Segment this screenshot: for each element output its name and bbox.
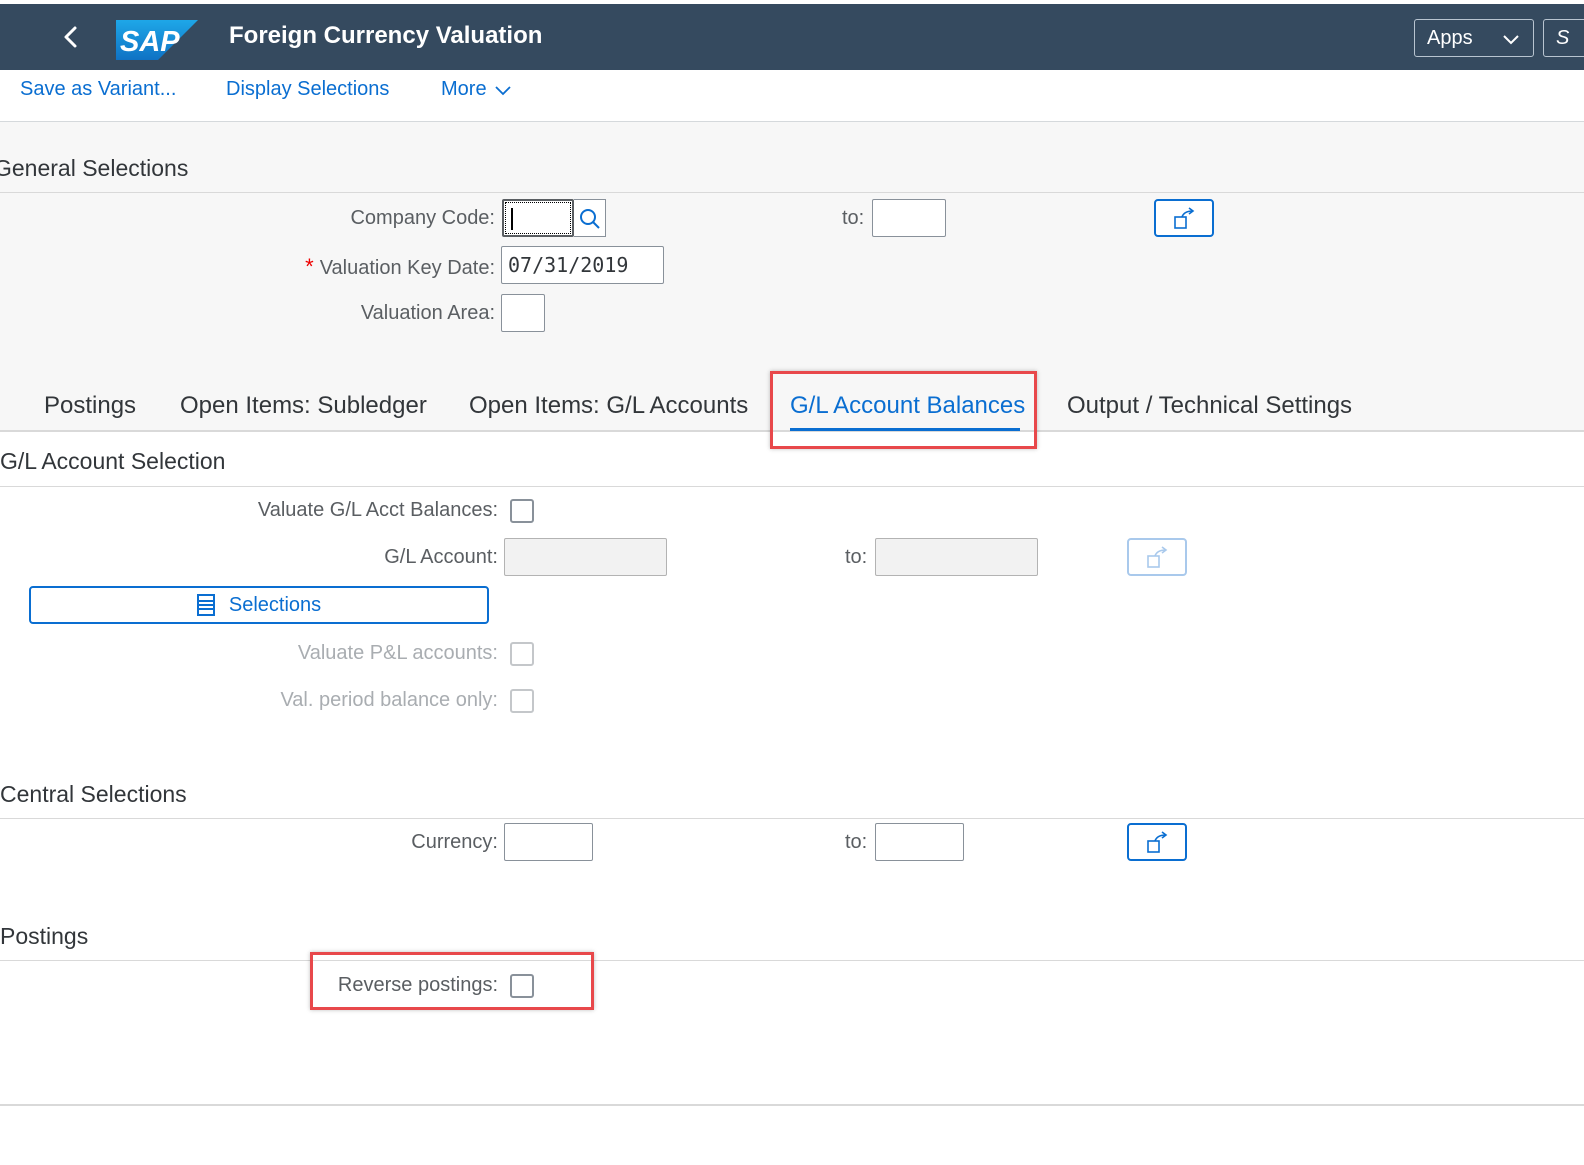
save-as-variant-link[interactable]: Save as Variant... <box>20 78 176 101</box>
chevron-down-icon <box>495 86 511 95</box>
central-selections-title: Central Selections <box>0 781 187 807</box>
valuation-area-input[interactable] <box>501 294 545 332</box>
required-indicator: * <box>305 254 314 279</box>
val-period-balance-label: Val. period balance only: <box>280 689 498 711</box>
valuation-area-label: Valuation Area: <box>360 302 495 324</box>
gl-account-to-input[interactable] <box>875 538 1038 576</box>
company-code-to-label: to: <box>842 207 865 229</box>
val-period-balance-checkbox[interactable] <box>510 689 534 713</box>
valuate-pl-accounts-label: Valuate P&L accounts: <box>297 642 498 664</box>
text-caret <box>511 208 513 230</box>
divider <box>0 818 1584 819</box>
multiple-selection-icon <box>1174 207 1195 229</box>
valuate-pl-accounts-checkbox[interactable] <box>510 642 534 666</box>
svg-text:SAP: SAP <box>120 26 180 58</box>
chevron-down-icon <box>1503 35 1519 45</box>
currency-multiple-selection-button[interactable] <box>1127 823 1187 861</box>
company-code-label: Company Code: <box>350 207 495 229</box>
gl-account-input[interactable] <box>504 538 667 576</box>
reverse-postings-label: Reverse postings: <box>337 974 498 996</box>
divider <box>0 486 1584 487</box>
apps-label: Apps <box>1427 26 1473 49</box>
valuate-gl-balances-checkbox[interactable] <box>510 499 534 523</box>
gl-account-multiple-selection-button[interactable] <box>1127 538 1187 576</box>
selections-button[interactable]: Selections <box>29 586 489 624</box>
currency-label: Currency: <box>411 831 498 853</box>
company-code-multiple-selection-button[interactable] <box>1154 199 1214 237</box>
multiple-selection-icon <box>1147 546 1168 568</box>
more-menu-button[interactable]: More <box>441 78 512 101</box>
more-label: More <box>441 78 487 100</box>
valuate-gl-balances-label: Valuate G/L Acct Balances: <box>257 499 498 521</box>
tab-open-items-subledger[interactable]: Open Items: Subledger <box>180 392 427 420</box>
display-selections-link[interactable]: Display Selections <box>226 78 389 101</box>
list-icon <box>196 594 215 616</box>
tab-gl-account-balances[interactable]: G/L Account Balances <box>790 392 1025 420</box>
shell-bar: SAP Foreign Currency Valuation Apps S <box>0 4 1584 70</box>
sap-logo[interactable]: SAP <box>116 20 198 60</box>
gl-account-label: G/L Account: <box>384 546 498 568</box>
multiple-selection-icon <box>1147 831 1168 853</box>
postings-section-title: Postings <box>0 923 89 949</box>
gl-account-to-label: to: <box>845 546 868 568</box>
divider <box>0 960 1584 961</box>
selections-label: Selections <box>228 593 322 616</box>
general-selections-area <box>0 122 1584 430</box>
overflow-shell-button[interactable]: S <box>1543 19 1584 57</box>
company-code-to-input[interactable] <box>872 199 946 237</box>
back-icon[interactable] <box>56 22 86 52</box>
tab-output-technical-settings[interactable]: Output / Technical Settings <box>1067 392 1352 420</box>
general-selections-title: General Selections <box>0 155 189 181</box>
toolbar: Save as Variant... Display Selections Mo… <box>0 70 1584 122</box>
currency-to-input[interactable] <box>875 823 964 861</box>
currency-to-label: to: <box>845 831 868 853</box>
reverse-postings-checkbox[interactable] <box>510 974 534 998</box>
active-tab-indicator <box>790 428 1020 431</box>
valuation-key-date-input[interactable]: 07/31/2019 <box>501 246 664 284</box>
search-icon <box>580 209 600 229</box>
divider <box>0 192 1584 193</box>
valuation-key-date-value: 07/31/2019 <box>508 253 629 277</box>
currency-input[interactable] <box>504 823 593 861</box>
apps-button[interactable]: Apps <box>1414 19 1534 57</box>
gl-account-selection-title: G/L Account Selection <box>0 448 226 474</box>
valuation-key-date-label: * Valuation Key Date: <box>305 254 495 280</box>
value-help-button[interactable] <box>574 199 606 237</box>
tab-postings[interactable]: Postings <box>44 392 136 420</box>
valuation-key-date-label-text: Valuation Key Date: <box>319 257 495 279</box>
app-title: Foreign Currency Valuation <box>229 22 543 49</box>
page-footer-divider <box>0 1104 1584 1106</box>
company-code-input[interactable] <box>502 199 574 237</box>
tab-open-items-gl-accounts[interactable]: Open Items: G/L Accounts <box>469 392 748 420</box>
